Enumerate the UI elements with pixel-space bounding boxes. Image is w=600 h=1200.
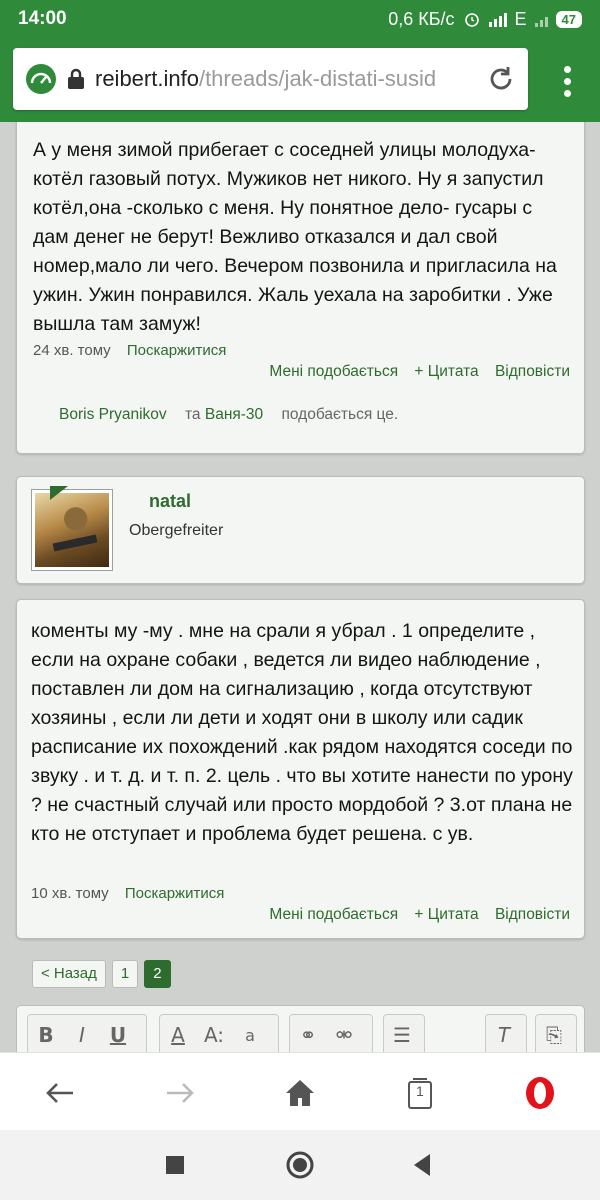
browser-bottom-nav: 1 — [0, 1052, 600, 1130]
signal-icon — [488, 11, 507, 27]
status-time: 14:00 — [18, 8, 67, 29]
network-speed: 0,6 КБ/с — [388, 8, 455, 29]
font-color-button[interactable]: A — [160, 1023, 196, 1047]
signal-icon-2 — [534, 11, 548, 27]
bold-button[interactable]: B — [28, 1023, 64, 1047]
align-group: ☰ — [383, 1014, 425, 1052]
page-1-button[interactable]: 1 — [111, 960, 139, 988]
alarm-icon — [464, 13, 479, 27]
post-text: А у меня зимой прибегает с соседней улиц… — [33, 139, 557, 335]
url-domain: reibert.info — [95, 66, 199, 91]
overflow-menu-icon[interactable] — [564, 66, 572, 102]
page-2-button[interactable]: 2 — [144, 960, 171, 988]
post-text: коменты му -му . мне на срали я убрал . … — [31, 620, 573, 845]
likes-suffix: подобається це. — [281, 406, 399, 423]
system-home-icon[interactable] — [283, 1148, 317, 1182]
network-type: E — [514, 8, 527, 29]
post-time[interactable]: 24 хв. тому — [33, 342, 111, 359]
avatar-image — [35, 493, 109, 567]
post-card: А у меня зимой прибегает с соседней улиц… — [16, 122, 585, 454]
author-rank: Obergefreiter — [129, 522, 224, 539]
report-link[interactable]: Поскаржитися — [125, 885, 225, 902]
address-bar[interactable]: reibert.info/threads/jak-distati-susid — [13, 48, 528, 110]
home-icon[interactable] — [280, 1073, 320, 1113]
lock-icon — [68, 68, 84, 89]
opera-menu-icon[interactable] — [520, 1073, 560, 1113]
reply-button[interactable]: Відповісти — [495, 906, 570, 923]
pagination: < Назад 1 2 — [32, 960, 171, 988]
speed-dial-icon[interactable] — [25, 63, 57, 95]
link-group: ⚭ ⚮ — [289, 1014, 373, 1052]
recents-icon[interactable] — [158, 1148, 192, 1182]
paste-icon[interactable]: ⎘ — [536, 1023, 572, 1047]
reload-icon[interactable] — [486, 64, 516, 94]
link-icon[interactable]: ⚭ — [290, 1023, 326, 1047]
url-text[interactable]: reibert.info/threads/jak-distati-susid — [95, 66, 476, 92]
unlink-icon[interactable]: ⚮ — [326, 1023, 362, 1047]
system-back-icon[interactable] — [405, 1148, 439, 1182]
tabs-icon[interactable]: 1 — [400, 1073, 440, 1113]
post-time[interactable]: 10 хв. тому — [31, 885, 109, 902]
liker-link[interactable]: Boris Pryanikov — [59, 406, 167, 423]
text-style-group: B I U — [27, 1014, 147, 1052]
post-meta: 10 хв. тому Поскаржитися — [31, 885, 224, 902]
thread-content[interactable]: А у меня зимой прибегает с соседней улиц… — [0, 122, 600, 1052]
author-name[interactable]: natal — [149, 491, 191, 512]
forward-arrow-icon[interactable] — [160, 1073, 200, 1113]
status-bar: 14:00 0,6 КБ/с E 47 — [0, 0, 600, 38]
avatar[interactable] — [31, 486, 113, 571]
clear-format-group: T — [485, 1014, 527, 1052]
post-actions: Мені подобається + Цитата Відповісти — [257, 363, 570, 381]
back-arrow-icon[interactable] — [40, 1073, 80, 1113]
quote-button[interactable]: + Цитата — [414, 906, 478, 923]
reply-button[interactable]: Відповісти — [495, 363, 570, 380]
post-meta: 24 хв. тому Поскаржитися — [33, 342, 226, 359]
font-family-button[interactable]: a — [232, 1026, 268, 1045]
battery-indicator: 47 — [555, 10, 582, 28]
likes-summary: Boris Pryanikov та Ваня-30 подобається ц… — [59, 406, 398, 424]
like-button[interactable]: Мені подобається — [269, 363, 398, 380]
browser-toolbar: reibert.info/threads/jak-distati-susid — [0, 38, 600, 122]
font-size-button[interactable]: A: — [196, 1023, 232, 1047]
system-nav-bar — [0, 1130, 600, 1200]
align-left-icon[interactable]: ☰ — [384, 1023, 420, 1047]
italic-button[interactable]: I — [64, 1023, 100, 1047]
prev-page-button[interactable]: < Назад — [32, 960, 106, 988]
post-actions: Мені подобається + Цитата Відповісти — [257, 906, 570, 924]
liker-link[interactable]: Ваня-30 — [205, 406, 263, 423]
post-card: коменты му -му . мне на срали я убрал . … — [16, 599, 585, 939]
font-group: A A: a — [159, 1014, 279, 1052]
underline-button[interactable]: U — [100, 1023, 136, 1047]
clear-formatting-icon[interactable]: T — [486, 1023, 522, 1047]
quote-button[interactable]: + Цитата — [414, 363, 478, 380]
likes-and: та — [185, 406, 201, 423]
author-card: natal Obergefreiter — [16, 476, 585, 584]
reply-editor[interactable]: B I U A A: a ⚭ ⚮ ☰ T ⎘ — [16, 1005, 585, 1052]
paste-group: ⎘ — [535, 1014, 577, 1052]
tab-count: 1 — [416, 1083, 424, 1099]
url-path: /threads/jak-distati-susid — [198, 66, 437, 91]
like-button[interactable]: Мені подобається — [269, 906, 398, 923]
report-link[interactable]: Поскаржитися — [127, 342, 227, 359]
